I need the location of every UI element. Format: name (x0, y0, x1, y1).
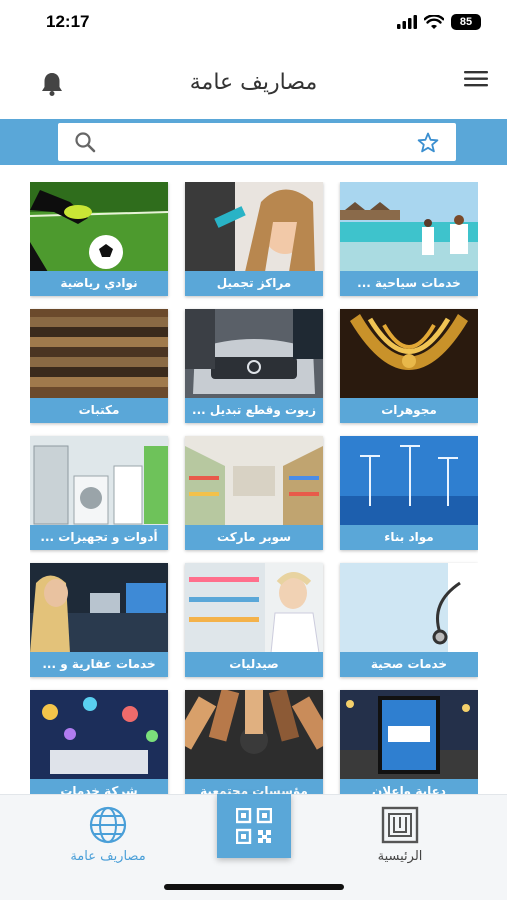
nav-label-general-expenses: مصاريف عامة (70, 849, 146, 864)
pharmacies-image (185, 563, 323, 653)
sports-image (30, 182, 168, 272)
jewelry-image (340, 309, 478, 399)
tile-label: نوادي رياضية (30, 271, 168, 296)
category-tile-community-institutions[interactable]: مؤسسات مجتمعية (185, 690, 323, 794)
category-tile-jewelry[interactable]: مجوهرات (340, 309, 478, 423)
status-time: 12:17 (46, 12, 90, 31)
category-tile-appliances[interactable]: أدوات و تجهيزات ... (30, 436, 168, 550)
header: مصاريف عامة (0, 60, 507, 110)
page-title: مصاريف عامة (189, 70, 318, 95)
community-institutions-image (185, 690, 323, 780)
tile-label: خدمات سياحية ... (340, 271, 478, 296)
beauty-image (185, 182, 323, 272)
category-tile-supermarket[interactable]: سوبر ماركت (185, 436, 323, 550)
signal-icon (397, 15, 417, 29)
category-tile-services-company[interactable]: شركة خدمات (30, 690, 168, 794)
search-band (0, 119, 507, 165)
category-tile-health-services[interactable]: خدمات صحية (340, 563, 478, 677)
nav-home[interactable]: الرئيسية (330, 805, 470, 864)
tile-label: مواد بناء (340, 525, 478, 550)
advertising-image (340, 690, 478, 780)
qr-code-icon (236, 808, 272, 844)
category-tile-real-estate[interactable]: خدمات عقارية و ... (30, 563, 168, 677)
real-estate-image (30, 563, 168, 653)
nav-label-home: الرئيسية (377, 849, 423, 864)
category-tile-auto-parts[interactable]: زيوت وقطع تبديل ... (185, 309, 323, 423)
tile-label: مؤسسات مجتمعية (185, 779, 323, 794)
tile-label: مراكز تجميل (185, 271, 323, 296)
category-tile-advertising[interactable]: دعاية وإعلان (340, 690, 478, 794)
star-icon[interactable] (416, 131, 440, 155)
appliances-image (30, 436, 168, 526)
home-logo-icon (381, 806, 419, 844)
category-tile-tourism[interactable]: خدمات سياحية ... (340, 182, 478, 296)
nav-general-expenses[interactable]: مصاريف عامة (38, 805, 178, 864)
tile-label: خدمات عقارية و ... (30, 652, 168, 677)
wifi-icon (424, 14, 444, 29)
category-tile-beauty[interactable]: مراكز تجميل (185, 182, 323, 296)
tile-label: سوبر ماركت (185, 525, 323, 550)
status-icons: 85 (397, 14, 481, 30)
status-bar: 12:17 85 (0, 0, 507, 46)
health-services-image (340, 563, 478, 653)
globe-icon (89, 806, 127, 844)
search-input[interactable] (104, 129, 410, 155)
category-tile-libraries[interactable]: مكتبات (30, 309, 168, 423)
category-tile-building-materials[interactable]: مواد بناء (340, 436, 478, 550)
search-icon[interactable] (74, 131, 96, 153)
qr-scan-button[interactable] (217, 794, 291, 858)
home-indicator (164, 884, 344, 890)
supermarket-image (185, 436, 323, 526)
libraries-image (30, 309, 168, 399)
search-box (58, 123, 456, 161)
tile-label: مكتبات (30, 398, 168, 423)
tile-label: شركة خدمات (30, 779, 168, 794)
tile-label: مجوهرات (340, 398, 478, 423)
tile-label: صيدليات (185, 652, 323, 677)
battery-indicator: 85 (451, 14, 481, 30)
tile-label: زيوت وقطع تبديل ... (185, 398, 323, 423)
tourism-image (340, 182, 478, 272)
tile-label: خدمات صحية (340, 652, 478, 677)
building-materials-image (340, 436, 478, 526)
category-grid: خدمات سياحية ... مراكز تجميل نوادي رياضي… (30, 182, 478, 794)
category-tile-pharmacies[interactable]: صيدليات (185, 563, 323, 677)
hamburger-menu-icon[interactable] (463, 68, 489, 90)
category-tile-sports-clubs[interactable]: نوادي رياضية (30, 182, 168, 296)
tile-label: أدوات و تجهيزات ... (30, 525, 168, 550)
auto-parts-image (185, 309, 323, 399)
services-company-image (30, 690, 168, 780)
tile-label: دعاية وإعلان (340, 779, 478, 794)
